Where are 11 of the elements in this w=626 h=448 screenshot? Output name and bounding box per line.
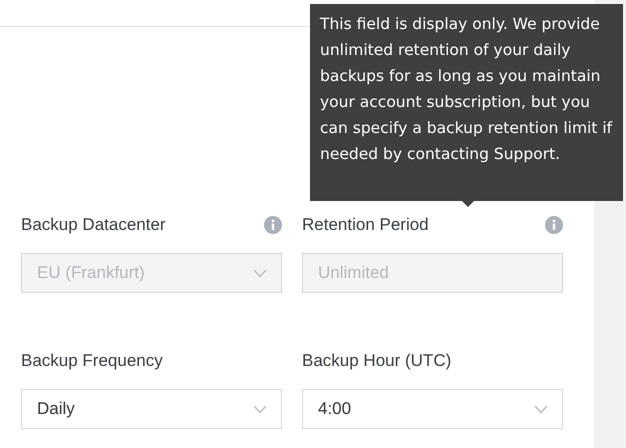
field-label: Backup Datacenter: [21, 214, 166, 236]
chevron-down-icon: [253, 268, 267, 278]
chevron-down-icon: [534, 404, 548, 414]
field-label: Retention Period: [302, 214, 429, 236]
dropdown[interactable]: 4:00: [302, 389, 563, 429]
tooltip: This field is display only. We provide unlimited retention of your daily backups for as long as you maintain your account subscription, but you can specify a backup retention limit if needed by contacting Support.: [310, 4, 623, 201]
field-label: Backup Hour (UTC): [302, 350, 452, 372]
field-label: Backup Frequency: [21, 350, 163, 372]
dropdown[interactable]: Daily: [21, 389, 282, 429]
chevron-down-icon: [253, 404, 267, 414]
tooltip-pointer: [462, 201, 474, 207]
